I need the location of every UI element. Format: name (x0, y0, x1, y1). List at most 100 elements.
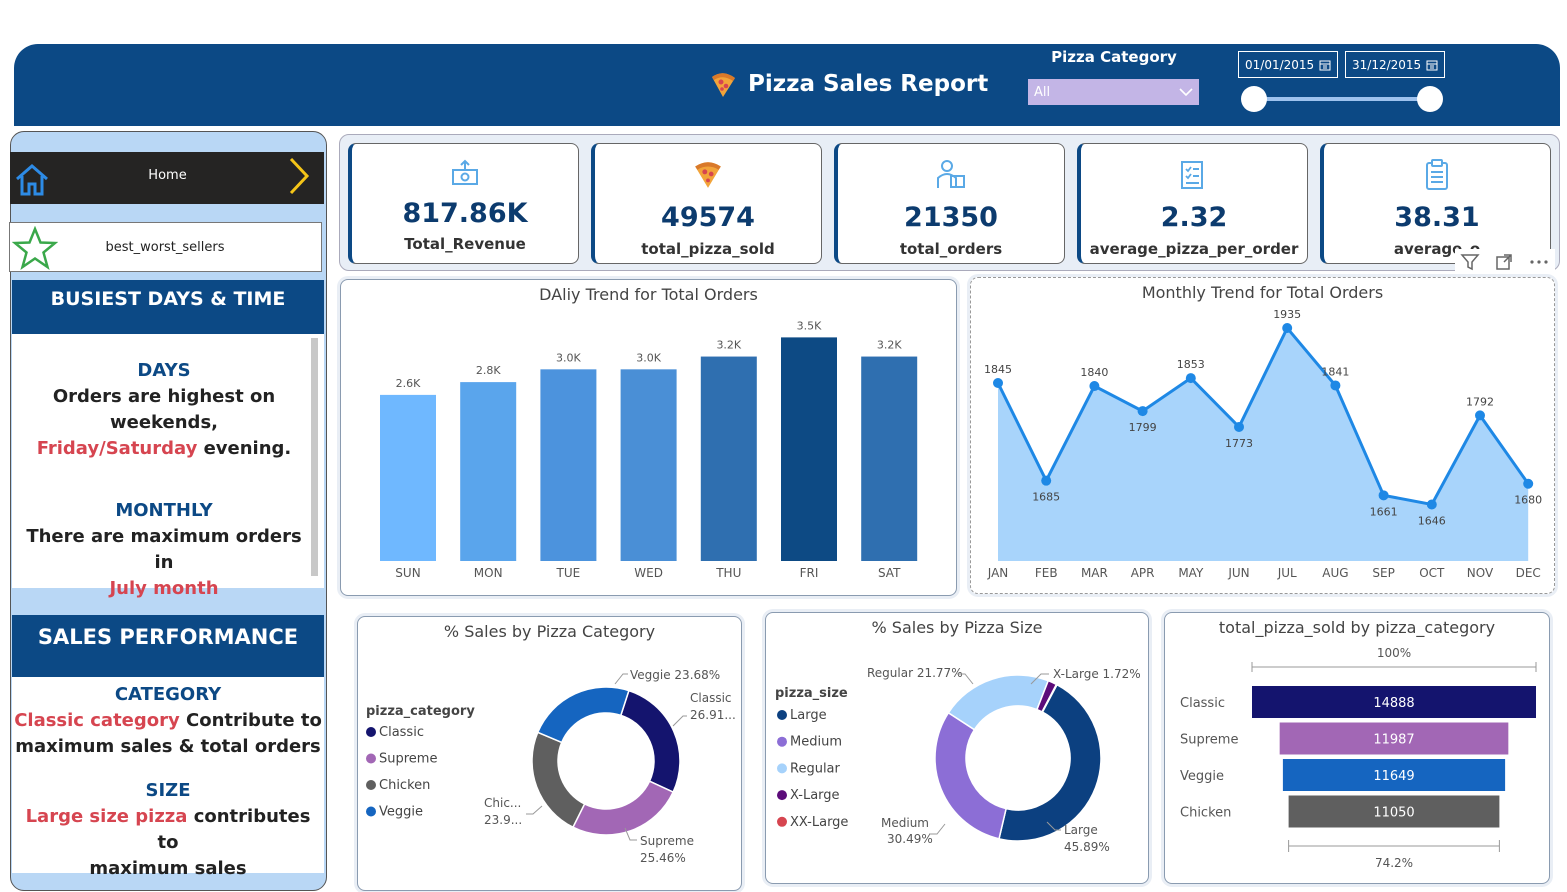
funnel-bottom-label: 74.2% (1375, 856, 1413, 870)
delivery-icon (937, 160, 965, 188)
size-data-label: Large (1064, 823, 1098, 837)
monthly-tick-label: JUN (1227, 566, 1249, 580)
kpi-value: 2.32 (1160, 202, 1228, 233)
monthly-tick-label: OCT (1419, 566, 1445, 580)
leader-line (614, 673, 628, 685)
start-date-value: 01/01/2015 (1245, 57, 1315, 72)
kpi-label: total_orders (899, 240, 1003, 258)
size-data-label: Regular 21.77% (867, 666, 963, 680)
monthly-data-label: 1773 (1225, 437, 1253, 450)
funnel-category-label: Chicken (1180, 806, 1231, 821)
legend-marker (366, 806, 376, 817)
daily-data-label: 3.2K (716, 339, 741, 352)
focus-mode-icon[interactable] (1494, 252, 1514, 272)
leader-line (672, 715, 687, 727)
monthly-point (1041, 475, 1052, 486)
legend-label: XX-Large (790, 815, 848, 830)
chevron-right-icon[interactable] (288, 156, 310, 196)
legend-label: Large (790, 708, 827, 723)
end-date-value: 31/12/2015 (1352, 57, 1422, 72)
kpi-card-pizza-sold: 49574 total_pizza_sold (591, 143, 822, 264)
days-line2: weekends, (110, 412, 218, 433)
legend-marker (777, 816, 787, 827)
funnel-value-label: 11649 (1373, 769, 1414, 784)
legend-marker (366, 780, 376, 790)
legend-marker (777, 790, 787, 801)
monthly-tick-label: APR (1131, 566, 1155, 580)
monthly-tick-label: JAN (987, 566, 1009, 580)
daily-bar (861, 356, 918, 561)
size-donut-chart: pizza_size Large Medium Regular X-Large XX-La… (775, 666, 1141, 854)
pizza-icon (712, 73, 735, 97)
monthly-tick-label: NOV (1467, 566, 1494, 580)
filter-icon[interactable] (1460, 252, 1480, 272)
size-title: SIZE (145, 780, 191, 801)
monthly-highlight: July month (109, 578, 219, 599)
calendar-icon (1319, 60, 1331, 70)
monthly-data-label: 1685 (1032, 491, 1060, 504)
monthly-data-label: 1646 (1418, 514, 1446, 527)
legend-label: Chicken (379, 778, 430, 793)
date-range-slider[interactable] (1256, 97, 1430, 101)
kpi-card-avg-pizza: 2.32 average_pizza_per_order (1077, 143, 1308, 264)
daily-data-label: 3.2K (877, 339, 902, 352)
size-data-label: 30.49% (887, 832, 933, 846)
size-slice (934, 711, 1008, 840)
category-data-label: Classic (690, 691, 732, 705)
days-highlight: Friday/Saturday (36, 438, 198, 459)
pizza-sold-funnel-chart: 100% 14888 Classic 11987 Supreme 11649 Veggie 1… (1180, 646, 1537, 870)
checklist-icon (1181, 161, 1203, 189)
category-slice (619, 689, 681, 794)
days-line3: Friday/Saturday evening. (14, 436, 314, 462)
kpi-card-orders: 21350 total_orders (834, 143, 1065, 264)
start-date-input[interactable]: 01/01/2015 (1238, 51, 1338, 78)
monthly-data-label: 1799 (1129, 421, 1157, 434)
size-highlight: Large size pizza (25, 806, 188, 827)
legend-marker (777, 763, 787, 774)
monthly-data-label: 1845 (984, 363, 1012, 376)
calendar-icon (1426, 60, 1438, 70)
busiest-days-heading: BUSIEST DAYS & TIME (12, 280, 324, 334)
kpi-label: total_pizza_sold (641, 240, 775, 258)
monthly-point (1234, 421, 1244, 432)
report-title: Pizza Sales Report (708, 64, 988, 104)
slider-start-handle[interactable] (1241, 86, 1267, 112)
pizza-category-dropdown[interactable]: All (1028, 79, 1199, 105)
monthly-line1: There are maximum orders in (26, 526, 302, 573)
daily-bar (700, 356, 757, 561)
monthly-data-label: 1841 (1321, 365, 1349, 378)
daily-data-label: 3.5K (797, 319, 822, 332)
funnel-category-label: Classic (1180, 696, 1225, 711)
category-text-block: CATEGORY Classic category Contribute to … (14, 682, 322, 760)
kpi-card-avg-order: 38.31 average_o (1320, 143, 1551, 264)
monthly-data-label: 1840 (1080, 366, 1108, 379)
monthly-tick-label: FEB (1035, 566, 1058, 580)
monthly-point (1282, 323, 1293, 334)
category-slice (536, 686, 630, 744)
monthly-point (1475, 410, 1485, 421)
monthly-data-label: 1661 (1370, 505, 1398, 518)
monthly-tick-label: AUG (1322, 566, 1348, 580)
size-data-label: X-Large 1.72% (1053, 667, 1141, 681)
funnel-value-label: 11050 (1373, 806, 1414, 821)
daily-trend-chart: 2.6K SUN 2.8K MON 3.0K TUE 3.0K WED 3.2K THU 3.5K F… (380, 319, 918, 580)
funnel-top-label: 100% (1377, 646, 1411, 660)
best-worst-sellers-label: best_worst_sellers (105, 240, 225, 255)
funnel-top-bracket (1251, 662, 1537, 672)
days-rest: evening. (197, 438, 292, 459)
size-data-label: Medium (881, 816, 929, 830)
size-line1: Large size pizza contributes to (14, 804, 322, 856)
monthly-trend-chart: 1845 JAN 1685 FEB 1840 MAR 1799 APR 1853 MAY 1773 J… (984, 308, 1542, 580)
monthly-tick-label: SEP (1372, 566, 1394, 580)
monthly-point (1426, 499, 1437, 510)
slider-end-handle[interactable] (1417, 86, 1443, 112)
end-date-input[interactable]: 31/12/2015 (1345, 51, 1445, 78)
category-highlight: Classic category (14, 710, 180, 731)
daily-tick-label: SUN (395, 566, 420, 580)
daily-bar (781, 337, 837, 561)
monthly-point (1330, 380, 1341, 391)
category-data-label: 23.9... (484, 813, 522, 827)
kpi-card-revenue: 817.86K Total_Revenue (348, 143, 579, 264)
legend-marker (777, 736, 787, 747)
more-options-icon[interactable] (1528, 252, 1550, 272)
